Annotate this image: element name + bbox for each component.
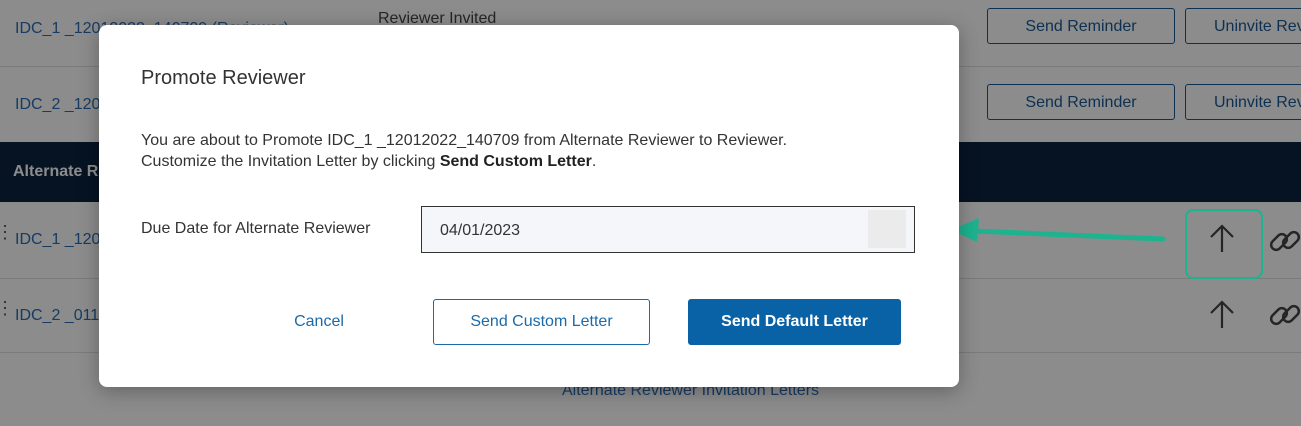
send-custom-letter-button[interactable]: Send Custom Letter (433, 299, 650, 345)
message-line-1: You are about to Promote IDC_1 _12012022… (141, 132, 788, 149)
message-text: Customize the Invitation Letter by click… (141, 153, 440, 170)
dialog-title: Promote Reviewer (141, 67, 306, 89)
dialog-message: You are about to Promote IDC_1 _12012022… (141, 130, 787, 172)
calendar-icon[interactable] (868, 210, 906, 248)
due-date-input[interactable] (422, 207, 882, 254)
arrow-left-annotation (951, 218, 1166, 242)
message-emphasis: Send Custom Letter (439, 153, 592, 170)
cancel-button[interactable]: Cancel (259, 299, 379, 345)
message-line-2: Customize the Invitation Letter by click… (141, 151, 787, 172)
due-date-label: Due Date for Alternate Reviewer (141, 220, 371, 237)
due-date-field[interactable] (421, 206, 915, 254)
message-text: . (591, 153, 597, 170)
highlight-box (1185, 209, 1263, 279)
send-default-letter-button[interactable]: Send Default Letter (688, 299, 901, 345)
promote-reviewer-dialog: Promote Reviewer You are about to Promot… (99, 25, 959, 387)
